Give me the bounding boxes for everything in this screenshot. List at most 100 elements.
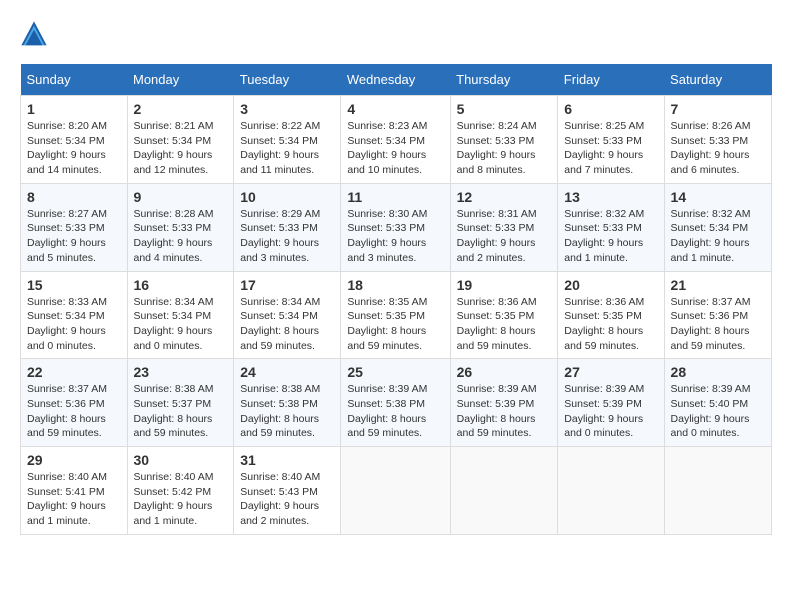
- calendar-cell: [341, 447, 450, 535]
- day-number: 10: [240, 189, 334, 205]
- day-info: Sunrise: 8:22 AMSunset: 5:34 PMDaylight:…: [240, 119, 334, 178]
- day-info: Sunrise: 8:34 AMSunset: 5:34 PMDaylight:…: [240, 295, 334, 354]
- day-number: 17: [240, 277, 334, 293]
- calendar-cell: 11 Sunrise: 8:30 AMSunset: 5:33 PMDayligh…: [341, 183, 450, 271]
- calendar-week-row: 22Sunrise: 8:37 AMSunset: 5:36 PMDayligh…: [21, 359, 772, 447]
- day-info: Sunrise: 8:34 AMSunset: 5:34 PMDaylight:…: [134, 295, 228, 354]
- day-number: 20: [564, 277, 657, 293]
- day-info: Sunrise: 8:37 AMSunset: 5:36 PMDaylight:…: [671, 295, 765, 354]
- calendar-cell: 18 Sunrise: 8:35 AMSunset: 5:35 PMDayligh…: [341, 271, 450, 359]
- calendar-cell: 8 Sunrise: 8:27 AMSunset: 5:33 PMDaylight…: [21, 183, 128, 271]
- day-info: Sunrise: 8:40 AMSunset: 5:41 PMDaylight:…: [27, 470, 121, 529]
- day-number: 28: [671, 364, 765, 380]
- column-header-thursday: Thursday: [450, 64, 558, 96]
- day-number: 1: [27, 101, 121, 117]
- day-number: 5: [457, 101, 552, 117]
- calendar-cell: 29 Sunrise: 8:40 AMSunset: 5:41 PMDayligh…: [21, 447, 128, 535]
- day-info: Sunrise: 8:39 AMSunset: 5:39 PMDaylight:…: [564, 382, 657, 441]
- day-number: 18: [347, 277, 443, 293]
- day-info: Sunrise: 8:26 AMSunset: 5:33 PMDaylight:…: [671, 119, 765, 178]
- calendar-week-row: 8 Sunrise: 8:27 AMSunset: 5:33 PMDaylight…: [21, 183, 772, 271]
- day-number: 6: [564, 101, 657, 117]
- calendar-cell: 31 Sunrise: 8:40 AMSunset: 5:43 PMDayligh…: [234, 447, 341, 535]
- day-number: 9: [134, 189, 228, 205]
- calendar-cell: 5Sunrise: 8:24 AMSunset: 5:33 PMDaylight…: [450, 96, 558, 184]
- calendar-cell: 4 Sunrise: 8:23 AMSunset: 5:34 PMDaylight…: [341, 96, 450, 184]
- calendar-cell: 19 Sunrise: 8:36 AMSunset: 5:35 PMDayligh…: [450, 271, 558, 359]
- day-number: 14: [671, 189, 765, 205]
- calendar-cell: 7 Sunrise: 8:26 AMSunset: 5:33 PMDaylight…: [664, 96, 771, 184]
- day-number: 29: [27, 452, 121, 468]
- day-info: Sunrise: 8:39 AMSunset: 5:38 PMDaylight:…: [347, 382, 443, 441]
- page-header: [20, 20, 772, 48]
- day-info: Sunrise: 8:25 AMSunset: 5:33 PMDaylight:…: [564, 119, 657, 178]
- day-number: 12: [457, 189, 552, 205]
- day-info: Sunrise: 8:33 AMSunset: 5:34 PMDaylight:…: [27, 295, 121, 354]
- day-number: 8: [27, 189, 121, 205]
- day-number: 30: [134, 452, 228, 468]
- calendar-cell: 10Sunrise: 8:29 AMSunset: 5:33 PMDayligh…: [234, 183, 341, 271]
- day-number: 11: [347, 189, 443, 205]
- calendar-cell: [450, 447, 558, 535]
- day-info: Sunrise: 8:40 AMSunset: 5:43 PMDaylight:…: [240, 470, 334, 529]
- day-number: 13: [564, 189, 657, 205]
- day-number: 15: [27, 277, 121, 293]
- day-number: 21: [671, 277, 765, 293]
- calendar-cell: 9 Sunrise: 8:28 AMSunset: 5:33 PMDaylight…: [127, 183, 234, 271]
- day-number: 4: [347, 101, 443, 117]
- calendar-cell: [558, 447, 664, 535]
- calendar-cell: 30 Sunrise: 8:40 AMSunset: 5:42 PMDayligh…: [127, 447, 234, 535]
- day-info: Sunrise: 8:36 AMSunset: 5:35 PMDaylight:…: [457, 295, 552, 354]
- day-number: 25: [347, 364, 443, 380]
- calendar-cell: 16 Sunrise: 8:34 AMSunset: 5:34 PMDayligh…: [127, 271, 234, 359]
- day-number: 3: [240, 101, 334, 117]
- calendar-cell: 3 Sunrise: 8:22 AMSunset: 5:34 PMDaylight…: [234, 96, 341, 184]
- column-header-tuesday: Tuesday: [234, 64, 341, 96]
- day-info: Sunrise: 8:38 AMSunset: 5:38 PMDaylight:…: [240, 382, 334, 441]
- day-number: 31: [240, 452, 334, 468]
- calendar-week-row: 1 Sunrise: 8:20 AMSunset: 5:34 PMDaylight…: [21, 96, 772, 184]
- calendar-cell: 25 Sunrise: 8:39 AMSunset: 5:38 PMDayligh…: [341, 359, 450, 447]
- calendar-cell: 21 Sunrise: 8:37 AMSunset: 5:36 PMDayligh…: [664, 271, 771, 359]
- calendar-header-row: SundayMondayTuesdayWednesdayThursdayFrid…: [21, 64, 772, 96]
- column-header-monday: Monday: [127, 64, 234, 96]
- calendar-cell: 17 Sunrise: 8:34 AMSunset: 5:34 PMDayligh…: [234, 271, 341, 359]
- day-info: Sunrise: 8:39 AMSunset: 5:39 PMDaylight:…: [457, 382, 552, 441]
- column-header-sunday: Sunday: [21, 64, 128, 96]
- calendar-cell: 2 Sunrise: 8:21 AMSunset: 5:34 PMDaylight…: [127, 96, 234, 184]
- calendar-cell: 12 Sunrise: 8:31 AMSunset: 5:33 PMDayligh…: [450, 183, 558, 271]
- calendar-cell: 6 Sunrise: 8:25 AMSunset: 5:33 PMDaylight…: [558, 96, 664, 184]
- calendar-cell: 22Sunrise: 8:37 AMSunset: 5:36 PMDayligh…: [21, 359, 128, 447]
- column-header-saturday: Saturday: [664, 64, 771, 96]
- day-info: Sunrise: 8:35 AMSunset: 5:35 PMDaylight:…: [347, 295, 443, 354]
- calendar-cell: 15 Sunrise: 8:33 AMSunset: 5:34 PMDayligh…: [21, 271, 128, 359]
- calendar-cell: 26 Sunrise: 8:39 AMSunset: 5:39 PMDayligh…: [450, 359, 558, 447]
- day-info: Sunrise: 8:32 AMSunset: 5:33 PMDaylight:…: [564, 207, 657, 266]
- day-info: Sunrise: 8:31 AMSunset: 5:33 PMDaylight:…: [457, 207, 552, 266]
- day-info: Sunrise: 8:20 AMSunset: 5:34 PMDaylight:…: [27, 119, 121, 178]
- day-info: Sunrise: 8:40 AMSunset: 5:42 PMDaylight:…: [134, 470, 228, 529]
- day-info: Sunrise: 8:38 AMSunset: 5:37 PMDaylight:…: [134, 382, 228, 441]
- day-info: Sunrise: 8:28 AMSunset: 5:33 PMDaylight:…: [134, 207, 228, 266]
- calendar-cell: 14 Sunrise: 8:32 AMSunset: 5:34 PMDayligh…: [664, 183, 771, 271]
- calendar-week-row: 15 Sunrise: 8:33 AMSunset: 5:34 PMDayligh…: [21, 271, 772, 359]
- day-number: 7: [671, 101, 765, 117]
- day-info: Sunrise: 8:23 AMSunset: 5:34 PMDaylight:…: [347, 119, 443, 178]
- day-number: 27: [564, 364, 657, 380]
- day-number: 2: [134, 101, 228, 117]
- column-header-friday: Friday: [558, 64, 664, 96]
- day-info: Sunrise: 8:27 AMSunset: 5:33 PMDaylight:…: [27, 207, 121, 266]
- day-number: 19: [457, 277, 552, 293]
- calendar-cell: 28Sunrise: 8:39 AMSunset: 5:40 PMDayligh…: [664, 359, 771, 447]
- day-number: 26: [457, 364, 552, 380]
- day-number: 16: [134, 277, 228, 293]
- calendar-cell: 24Sunrise: 8:38 AMSunset: 5:38 PMDayligh…: [234, 359, 341, 447]
- day-info: Sunrise: 8:21 AMSunset: 5:34 PMDaylight:…: [134, 119, 228, 178]
- logo-icon: [20, 20, 48, 48]
- day-info: Sunrise: 8:30 AMSunset: 5:33 PMDaylight:…: [347, 207, 443, 266]
- column-header-wednesday: Wednesday: [341, 64, 450, 96]
- calendar-cell: 20Sunrise: 8:36 AMSunset: 5:35 PMDayligh…: [558, 271, 664, 359]
- calendar-cell: [664, 447, 771, 535]
- calendar-cell: 23Sunrise: 8:38 AMSunset: 5:37 PMDayligh…: [127, 359, 234, 447]
- day-info: Sunrise: 8:32 AMSunset: 5:34 PMDaylight:…: [671, 207, 765, 266]
